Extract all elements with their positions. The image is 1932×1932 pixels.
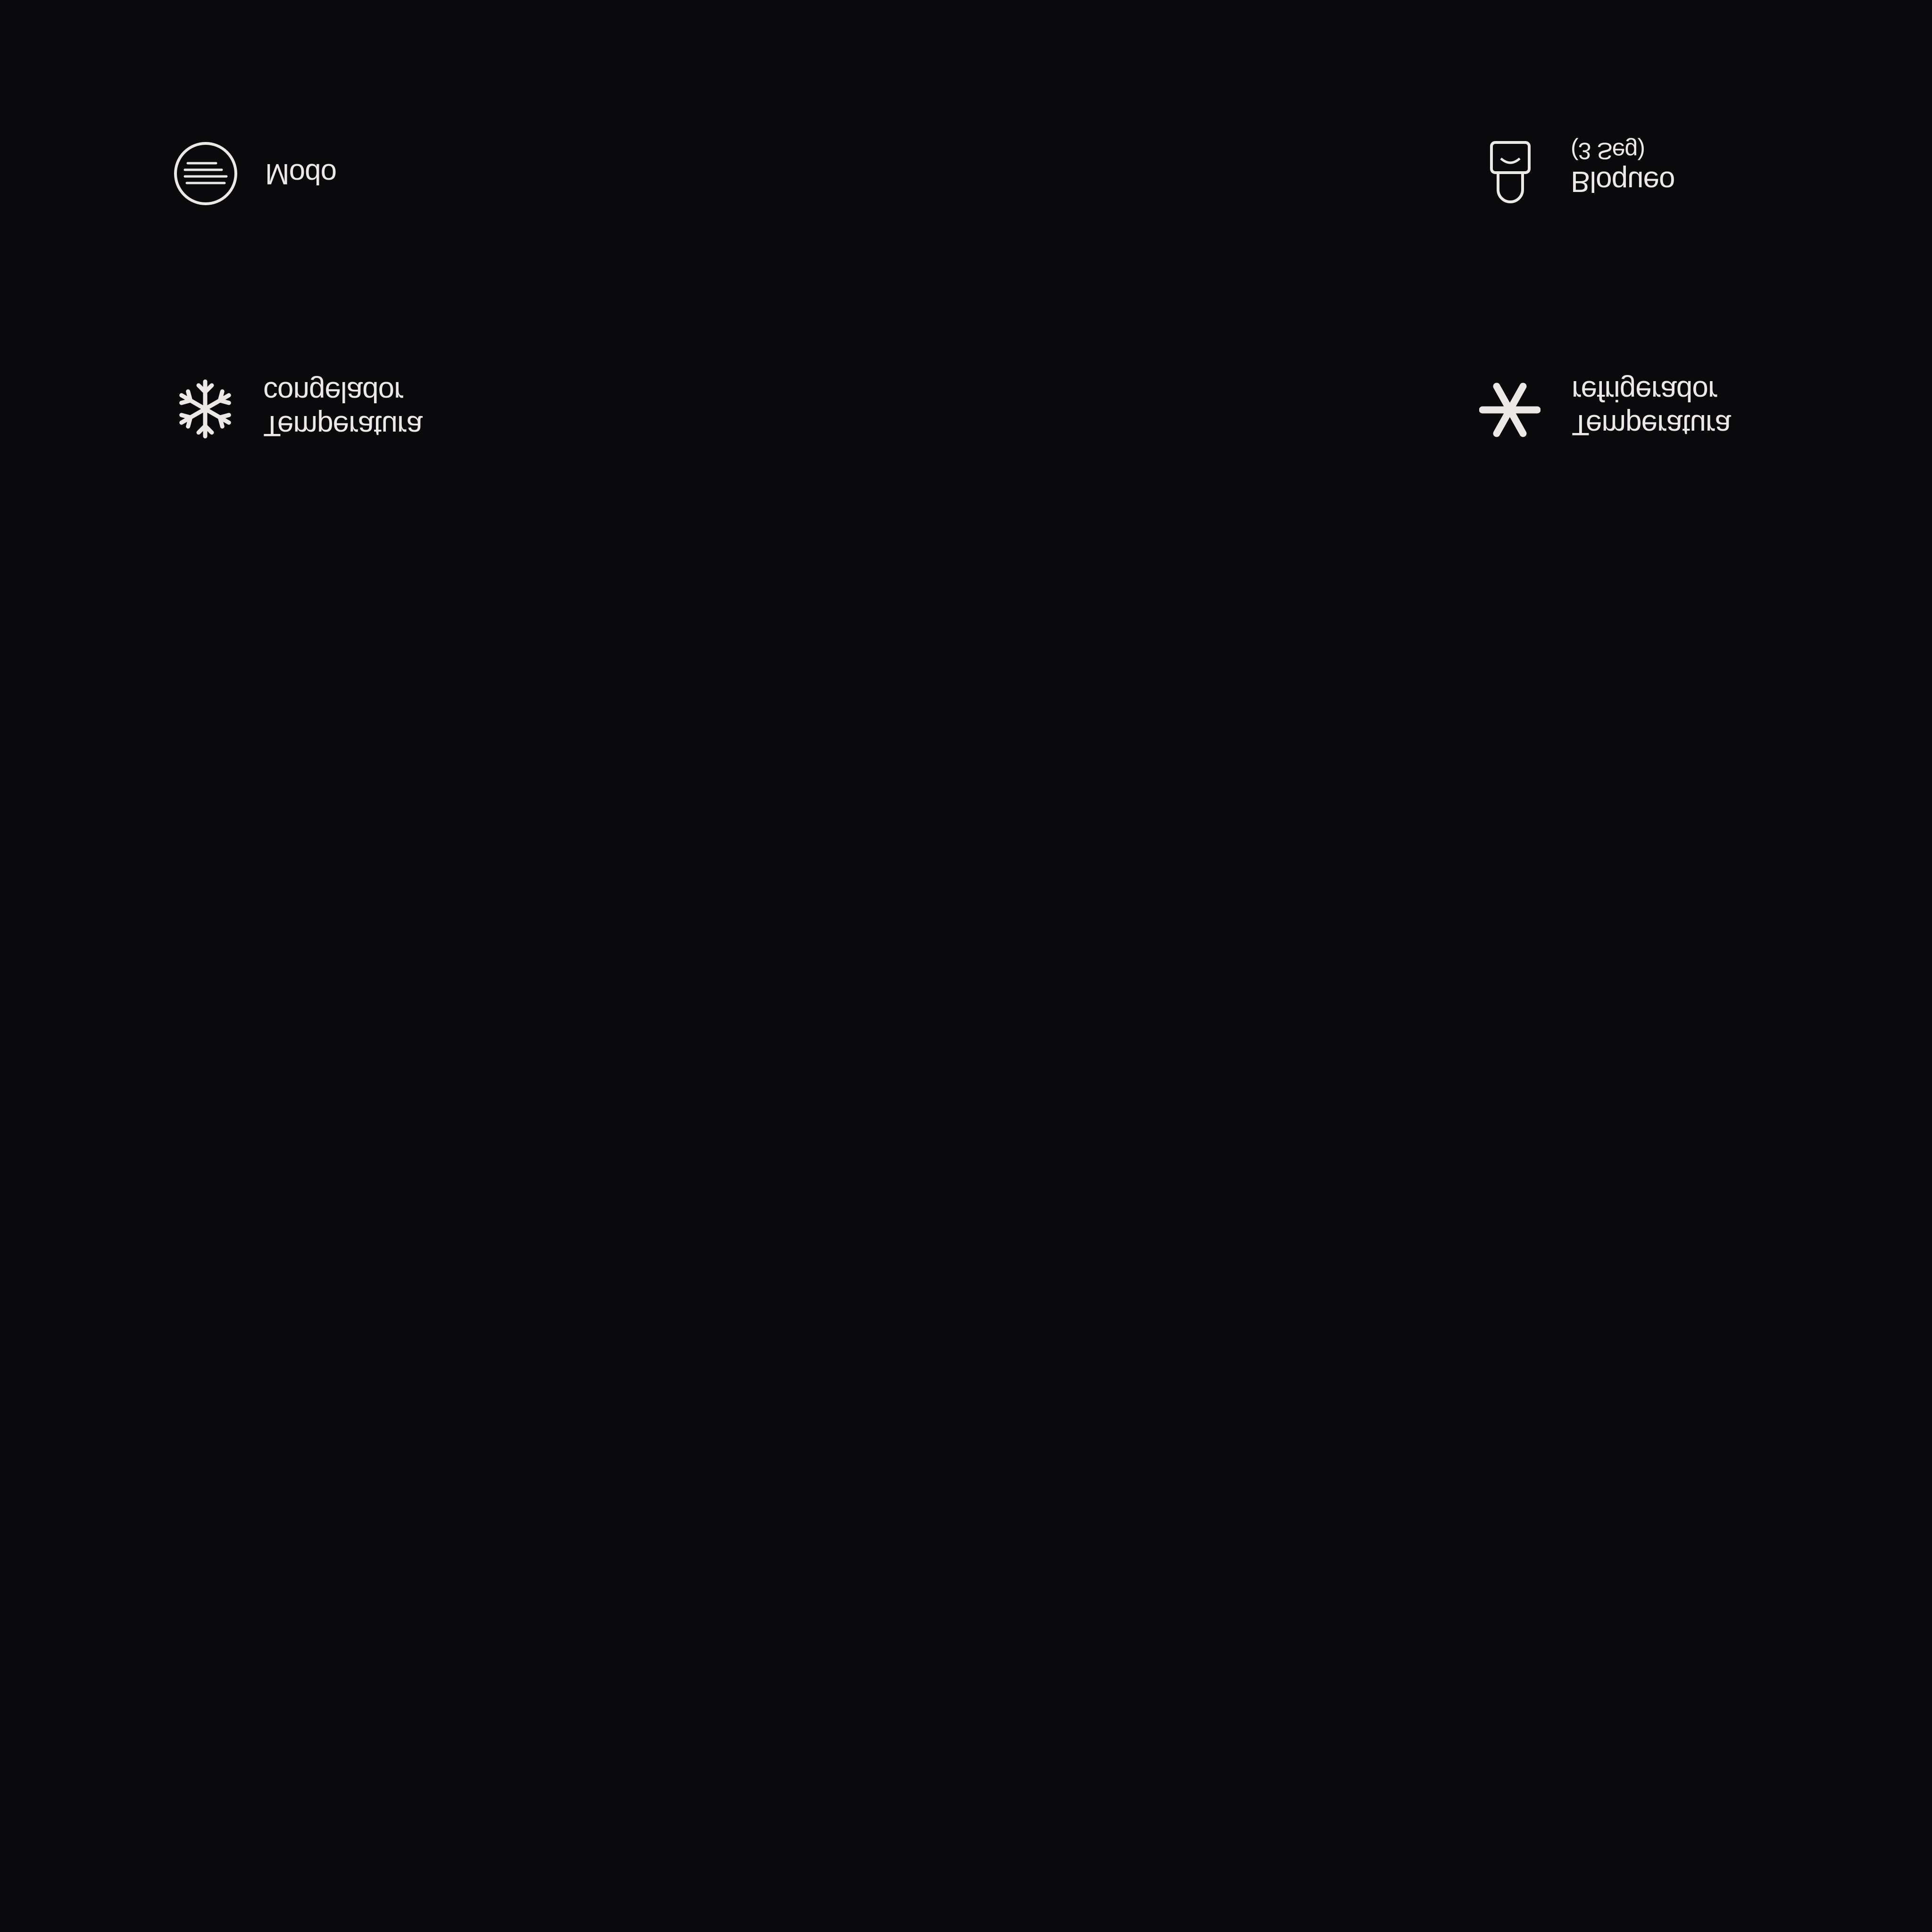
asterisk-icon [1479,379,1541,441]
fridge-temperature-label: Temperatura refrigerador [1572,374,1731,441]
fridge-label-line-2: refrigerador [1572,375,1717,407]
menu-lines-circle-icon [173,141,239,207]
snowflake-icon [174,377,237,441]
control-panel: Modo Bloqueo (3 Seg) Temperatura congela… [0,0,1932,1932]
fridge-label-line-1: Temperatura [1572,408,1731,441]
freezer-label-line-2: congelador [263,375,403,408]
mode-label-line-1: Modo [265,158,337,190]
freezer-label-line-1: Temperatura [263,409,423,442]
mode-label: Modo [265,157,336,191]
lock-label-line-1: Bloqueo [1571,165,1675,198]
freezer-temperature-label: Temperatura congelador [263,375,422,442]
lock-label: Bloqueo (3 Seg) [1571,138,1675,198]
lock-label-line-2: (3 Seg) [1571,138,1645,164]
lock-icon [1487,140,1534,206]
